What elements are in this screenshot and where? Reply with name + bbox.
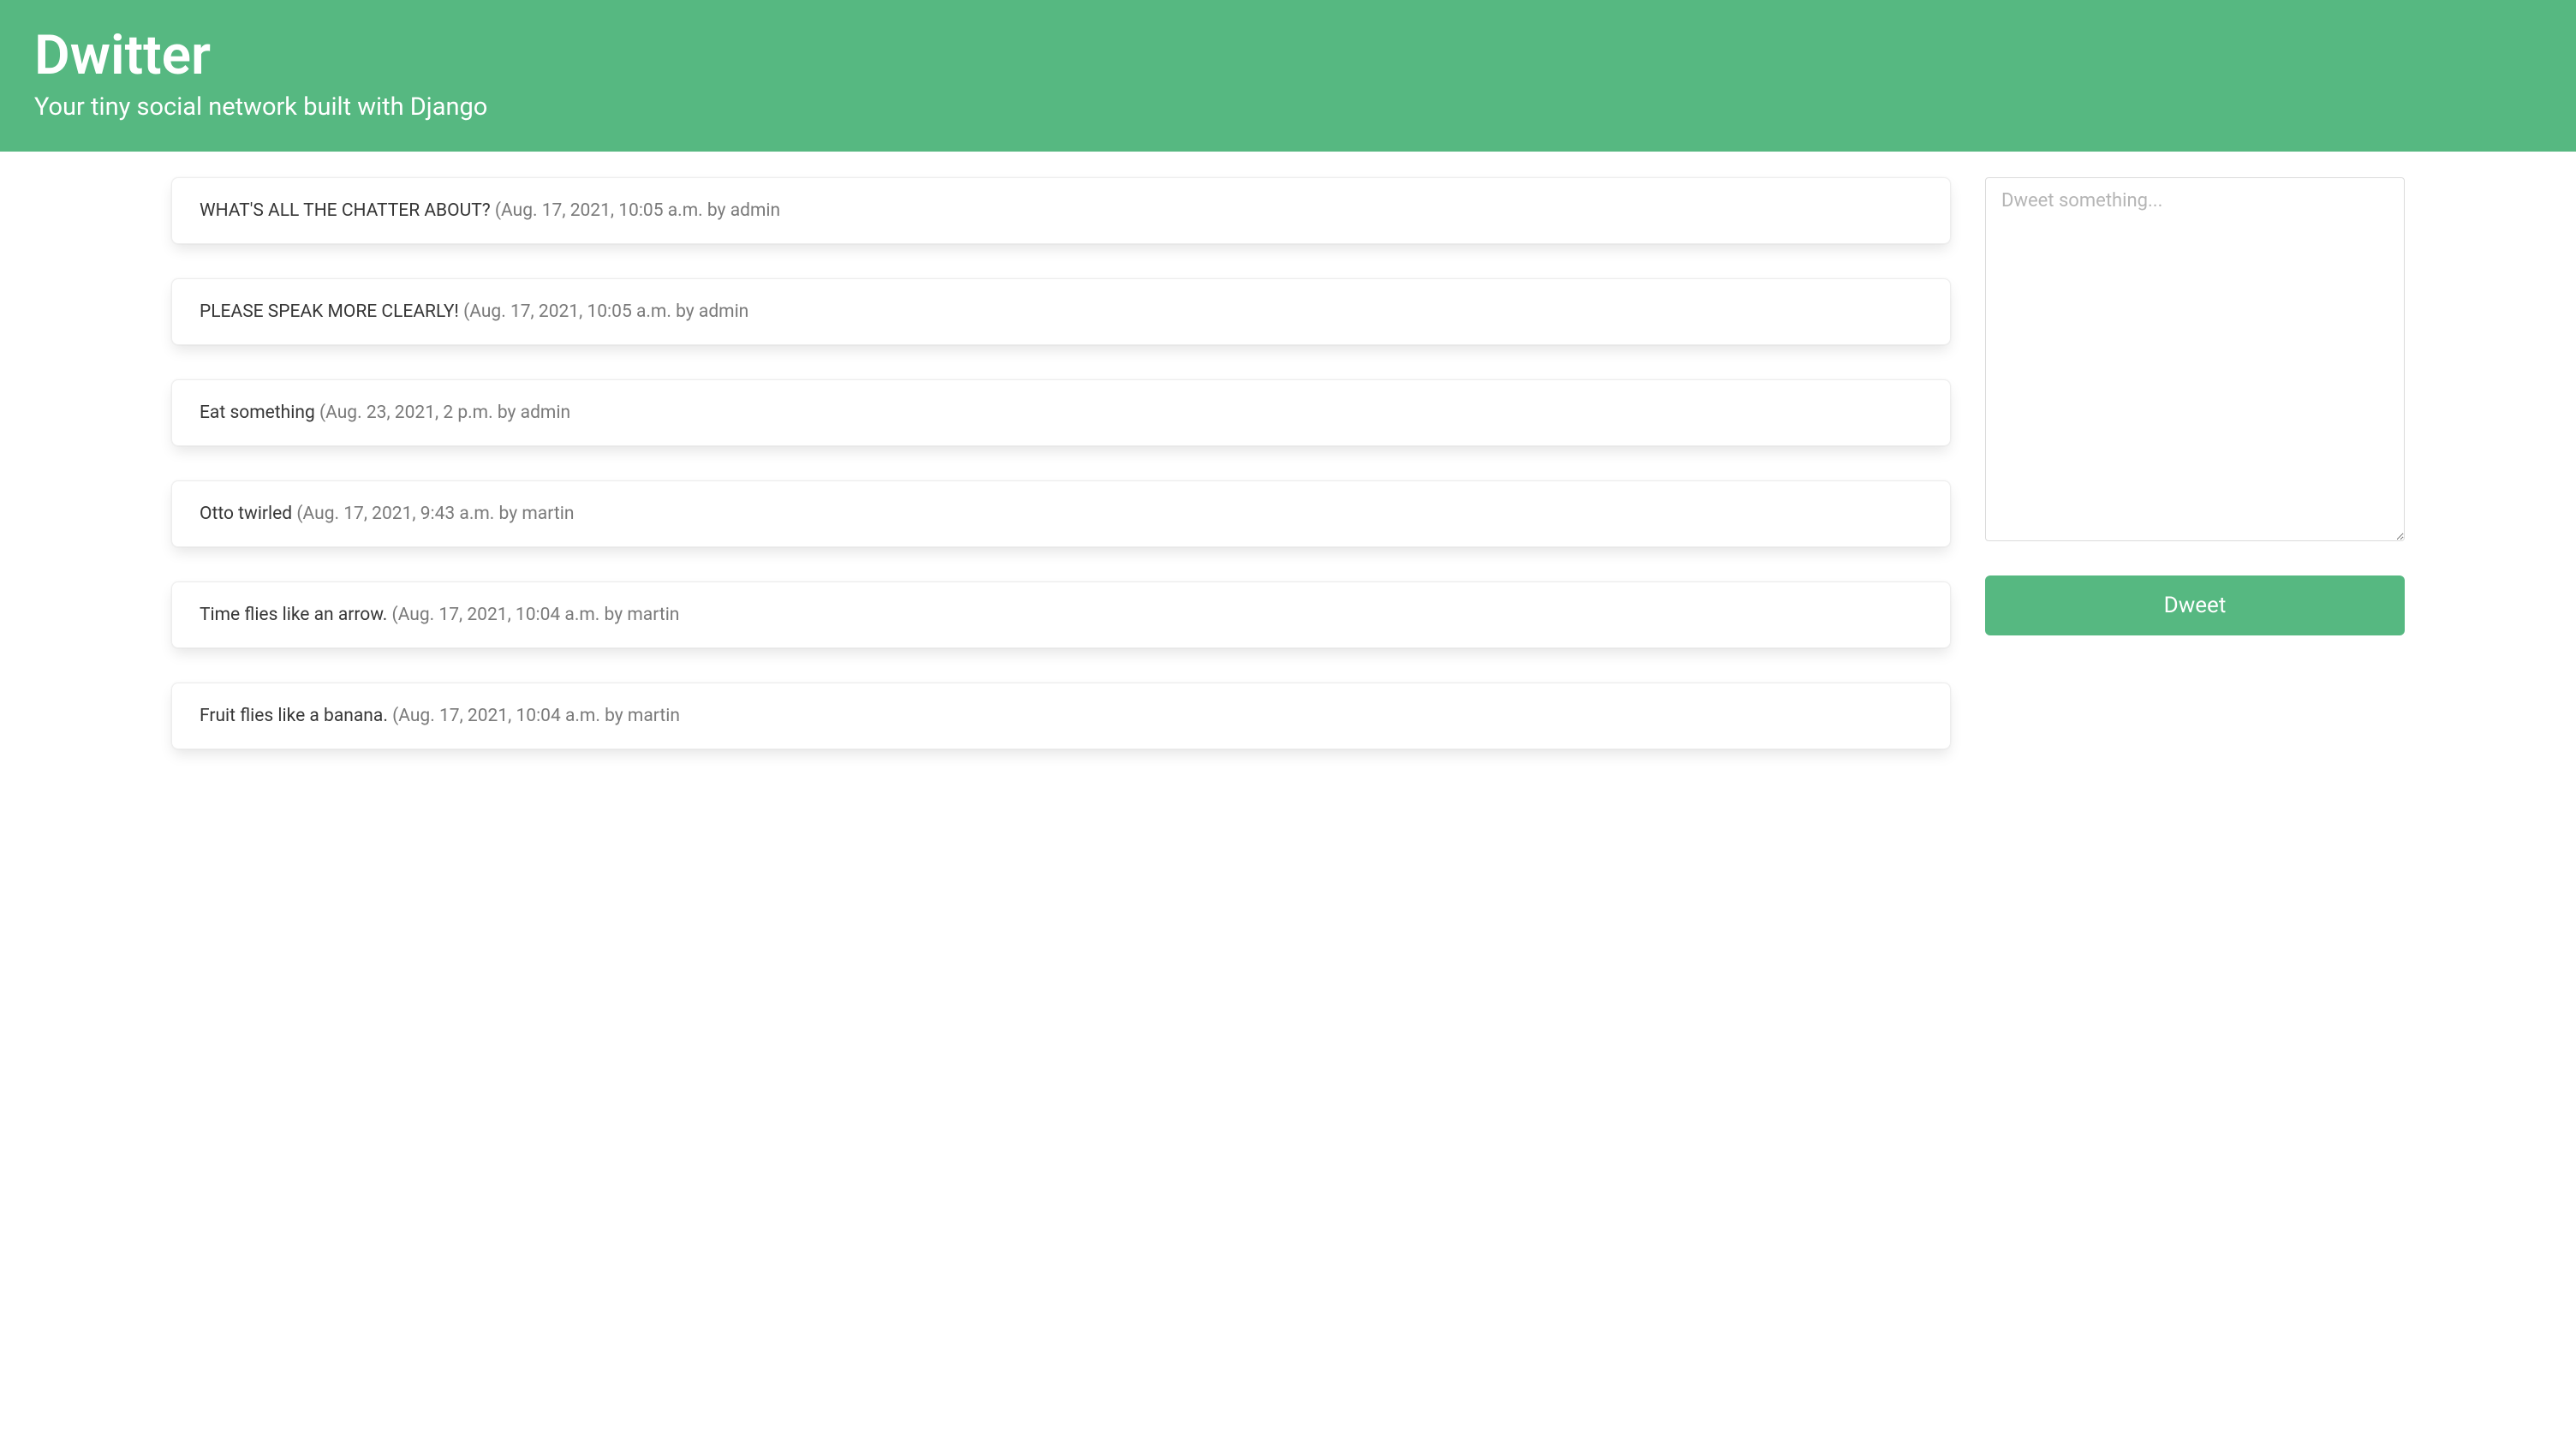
dweet-feed: WHAT'S ALL THE CHATTER ABOUT? (Aug. 17, …: [171, 177, 1951, 749]
dweet-card: Time flies like an arrow. (Aug. 17, 2021…: [171, 581, 1951, 648]
dweet-meta: (Aug. 17, 2021, 10:04 a.m. by martin: [392, 605, 680, 625]
dweet-text: Fruit flies like a banana.: [200, 706, 392, 726]
page-header: Dwitter Your tiny social network built w…: [0, 0, 2576, 152]
dweet-card: PLEASE SPEAK MORE CLEARLY! (Aug. 17, 202…: [171, 278, 1951, 345]
dweet-card: Fruit flies like a banana. (Aug. 17, 202…: [171, 683, 1951, 749]
main-content: WHAT'S ALL THE CHATTER ABOUT? (Aug. 17, …: [0, 152, 2576, 775]
dweet-text: Eat something: [200, 402, 319, 423]
dweet-button[interactable]: Dweet: [1985, 575, 2405, 635]
dweet-text: Time flies like an arrow.: [200, 605, 392, 625]
dweet-card: Otto twirled (Aug. 17, 2021, 9:43 a.m. b…: [171, 480, 1951, 547]
dweet-text: WHAT'S ALL THE CHATTER ABOUT?: [200, 200, 495, 221]
app-subtitle: Your tiny social network built with Djan…: [34, 92, 2542, 122]
app-title: Dwitter: [34, 26, 2542, 86]
dweet-meta: (Aug. 17, 2021, 9:43 a.m. by martin: [296, 504, 574, 524]
dweet-meta: (Aug. 23, 2021, 2 p.m. by admin: [319, 402, 570, 423]
dweet-meta: (Aug. 17, 2021, 10:04 a.m. by martin: [392, 706, 680, 726]
dweet-input[interactable]: [1985, 177, 2405, 541]
compose-sidebar: Dweet: [1985, 177, 2405, 635]
dweet-meta: (Aug. 17, 2021, 10:05 a.m. by admin: [463, 301, 748, 322]
dweet-card: WHAT'S ALL THE CHATTER ABOUT? (Aug. 17, …: [171, 177, 1951, 244]
dweet-meta: (Aug. 17, 2021, 10:05 a.m. by admin: [495, 200, 780, 221]
dweet-text: Otto twirled: [200, 504, 296, 524]
dweet-text: PLEASE SPEAK MORE CLEARLY!: [200, 301, 463, 322]
dweet-card: Eat something (Aug. 23, 2021, 2 p.m. by …: [171, 379, 1951, 446]
